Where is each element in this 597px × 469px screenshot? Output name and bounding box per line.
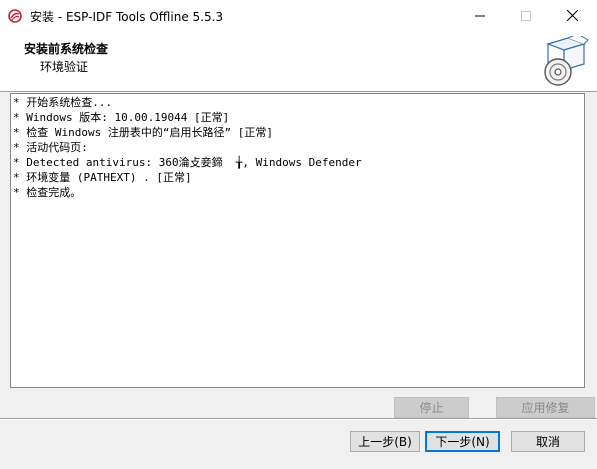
log-line: * 环境变量 (PATHEXT) . [正常]: [13, 171, 192, 184]
page-title: 安装前系统检查: [24, 42, 109, 56]
cancel-button[interactable]: 取消: [511, 431, 585, 452]
close-icon: [566, 10, 578, 21]
minimize-button[interactable]: [457, 0, 503, 31]
next-button[interactable]: 下一步(N): [425, 431, 500, 452]
espressif-logo-icon: [8, 9, 22, 23]
installer-window: 安装 - ESP-IDF Tools Offline 5.5.3 安装前系统检查…: [0, 0, 597, 469]
log-line: * Windows 版本: 10.00.19044 [正常]: [13, 111, 230, 124]
stop-button[interactable]: 停止: [394, 397, 469, 418]
close-button[interactable]: [549, 0, 595, 31]
system-check-log[interactable]: * 开始系统检查... * Windows 版本: 10.00.19044 [正…: [10, 93, 585, 388]
maximize-button: [503, 0, 549, 31]
log-line: * 活动代码页:: [13, 141, 88, 154]
log-line: * Detected antivirus: 360淪攴妾鍗 ╁, Windows…: [13, 156, 362, 169]
wizard-header: 安装前系统检查 环境验证: [0, 31, 597, 92]
log-line: * 检查完成。: [13, 186, 82, 199]
window-title: 安装 - ESP-IDF Tools Offline 5.5.3: [30, 10, 224, 24]
apply-fix-button[interactable]: 应用修复: [496, 397, 595, 418]
minimize-icon: [475, 15, 485, 16]
log-line: * 检查 Windows 注册表中的“启用长路径” [正常]: [13, 126, 273, 139]
maximize-icon: [521, 10, 531, 21]
footer-divider: [0, 418, 597, 420]
back-button[interactable]: 上一步(B): [350, 431, 420, 452]
install-box-icon: [544, 36, 589, 86]
log-line: * 开始系统检查...: [13, 96, 113, 109]
title-bar: 安装 - ESP-IDF Tools Offline 5.5.3: [0, 0, 597, 31]
page-subtitle: 环境验证: [40, 60, 89, 74]
